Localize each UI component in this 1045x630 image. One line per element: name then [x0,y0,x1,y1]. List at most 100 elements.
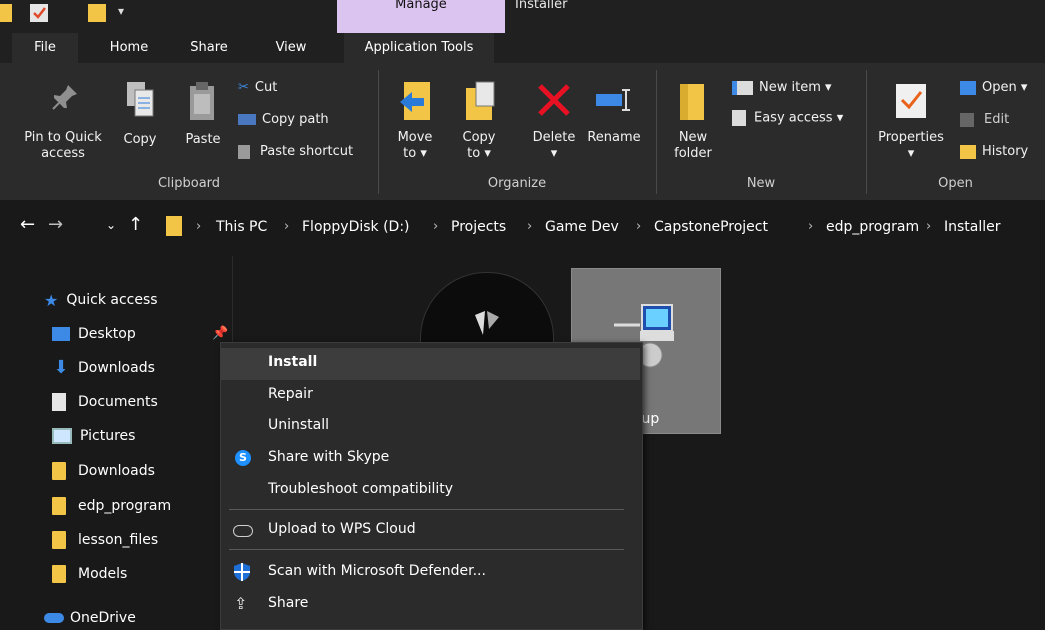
paste-shortcut-icon [238,144,250,159]
folder-icon [0,4,12,22]
pictures-icon [52,428,72,444]
copy-path-button[interactable]: Copy path [238,112,329,127]
move-to-button[interactable]: Move to ▾ [392,78,438,174]
breadcrumb-separator-icon[interactable]: › [636,219,641,234]
tab-application-tools[interactable]: Application Tools [344,33,494,63]
nav-label: Documents [78,394,158,410]
nav-label: Pictures [80,428,136,444]
menu-item-wps-cloud[interactable]: Upload to WPS Cloud [268,521,416,537]
nav-onedrive-label: OneDrive [70,610,136,626]
nav-item-pictures[interactable]: Pictures [52,424,135,448]
delete-label: Delete [532,130,576,145]
tab-view[interactable]: View [260,33,322,63]
nav-item-downloads[interactable]: ⬇ Downloads [52,356,155,380]
open-group-label: Open [938,176,973,191]
new-folder-label-line1: New [678,130,708,145]
pin-icon[interactable]: 📌 [212,326,228,341]
move-to-icon [400,82,430,120]
share-icon: ⇪ [234,594,248,613]
nav-item-lesson-files[interactable]: lesson_files [52,528,158,552]
menu-item-uninstall[interactable]: Uninstall [268,417,329,433]
easy-access-button[interactable]: Easy access ▾ [732,110,843,126]
nav-item-documents[interactable]: Documents [52,390,158,414]
nav-item-downloads-folder[interactable]: Downloads [52,459,155,483]
pin-label-line1: Pin to Quick [24,130,102,145]
breadcrumb-separator-icon[interactable]: › [284,219,289,234]
breadcrumb-separator-icon[interactable]: › [926,219,931,234]
new-folder-label-line2: folder [674,146,712,161]
organize-group-label: Organize [487,176,547,191]
new-folder-button[interactable]: New folder [668,78,718,174]
delete-button[interactable]: Delete ▾ [524,78,584,174]
copy-icon [127,82,154,117]
breadcrumb-separator-icon[interactable]: › [527,219,532,234]
properties-button[interactable]: Properties ▾ [870,78,952,174]
cut-button[interactable]: ✂ Cut [238,80,277,95]
clipboard-group-label: Clipboard [157,176,221,191]
folder-icon [166,216,182,236]
pin-to-quick-access-button[interactable]: Pin to Quick access [20,78,106,178]
rename-label: Rename [587,130,641,145]
breadcrumb-separator-icon[interactable]: › [433,219,438,234]
rename-button[interactable]: Rename [584,78,644,158]
properties-dropdown-icon: ▾ [907,146,915,161]
breadcrumb-capstone-project[interactable]: CapstoneProject [654,219,768,235]
copy-to-button[interactable]: Copy to ▾ [456,78,502,174]
nav-item-models[interactable]: Models [52,562,127,586]
tab-share[interactable]: Share [178,33,240,63]
back-arrow-icon[interactable]: ← [20,214,35,235]
paste-shortcut-button[interactable]: Paste shortcut [238,144,353,159]
nav-item-desktop[interactable]: Desktop [52,322,136,346]
tab-file[interactable]: File [12,33,78,63]
nav-label: Downloads [78,360,155,376]
app-logo-icon [475,311,499,335]
properties-checkmark-icon [896,84,926,118]
skype-icon: S [235,450,251,466]
forward-arrow-icon[interactable]: → [48,214,63,235]
properties-label: Properties [878,130,944,145]
properties-quick-icon[interactable] [30,4,48,22]
breadcrumb-separator-icon[interactable]: › [808,219,813,234]
breadcrumb-game-dev[interactable]: Game Dev [545,219,619,235]
folder-icon [52,462,66,480]
breadcrumb-this-pc[interactable]: This PC [216,219,267,235]
new-folder-quick-icon[interactable] [88,4,106,22]
history-icon [960,144,976,159]
breadcrumb-installer[interactable]: Installer [944,219,1001,235]
nav-onedrive[interactable]: OneDrive [44,606,136,630]
nav-quick-access[interactable]: ★ Quick access [44,288,158,312]
copy-path-label: Copy path [262,112,329,127]
defender-shield-icon [234,563,250,581]
breadcrumb-floppydisk[interactable]: FloppyDisk (D:) [302,219,410,235]
menu-item-install[interactable]: Install [268,354,317,370]
history-button[interactable]: History [960,144,1028,159]
breadcrumb-separator-icon[interactable]: › [196,219,201,234]
tab-home[interactable]: Home [98,33,160,63]
recent-locations-chevron-icon[interactable]: ⌄ [106,218,116,232]
new-item-button[interactable]: New item ▾ [732,80,832,95]
open-button[interactable]: Open ▾ [960,80,1027,95]
copy-button[interactable]: Copy [118,78,162,158]
menu-item-share[interactable]: Share [268,595,308,611]
folder-icon [52,531,66,549]
manage-label[interactable]: Manage [337,0,505,12]
nav-label: Downloads [78,463,155,479]
move-to-label-line1: Move [397,130,433,145]
nav-item-edp-program[interactable]: edp_program [52,494,171,518]
easy-access-icon [732,110,746,126]
edit-button[interactable]: Edit [960,112,1009,127]
menu-item-troubleshoot[interactable]: Troubleshoot compatibility [268,481,453,497]
breadcrumb-projects[interactable]: Projects [451,219,506,235]
nav-quick-access-label: Quick access [66,292,158,308]
cut-label: Cut [254,80,278,95]
copy-to-icon [466,81,495,120]
menu-item-repair[interactable]: Repair [268,386,313,402]
edit-icon [960,112,974,127]
menu-item-share-skype[interactable]: Share with Skype [268,449,389,465]
up-arrow-icon[interactable]: ↑ [128,214,143,235]
copy-to-label-line1: Copy [462,130,496,145]
customize-qat-icon[interactable]: ▾ [118,4,124,18]
paste-button[interactable]: Paste [180,78,226,158]
breadcrumb-edp-program[interactable]: edp_program [826,219,919,235]
menu-item-defender[interactable]: Scan with Microsoft Defender... [268,563,486,579]
